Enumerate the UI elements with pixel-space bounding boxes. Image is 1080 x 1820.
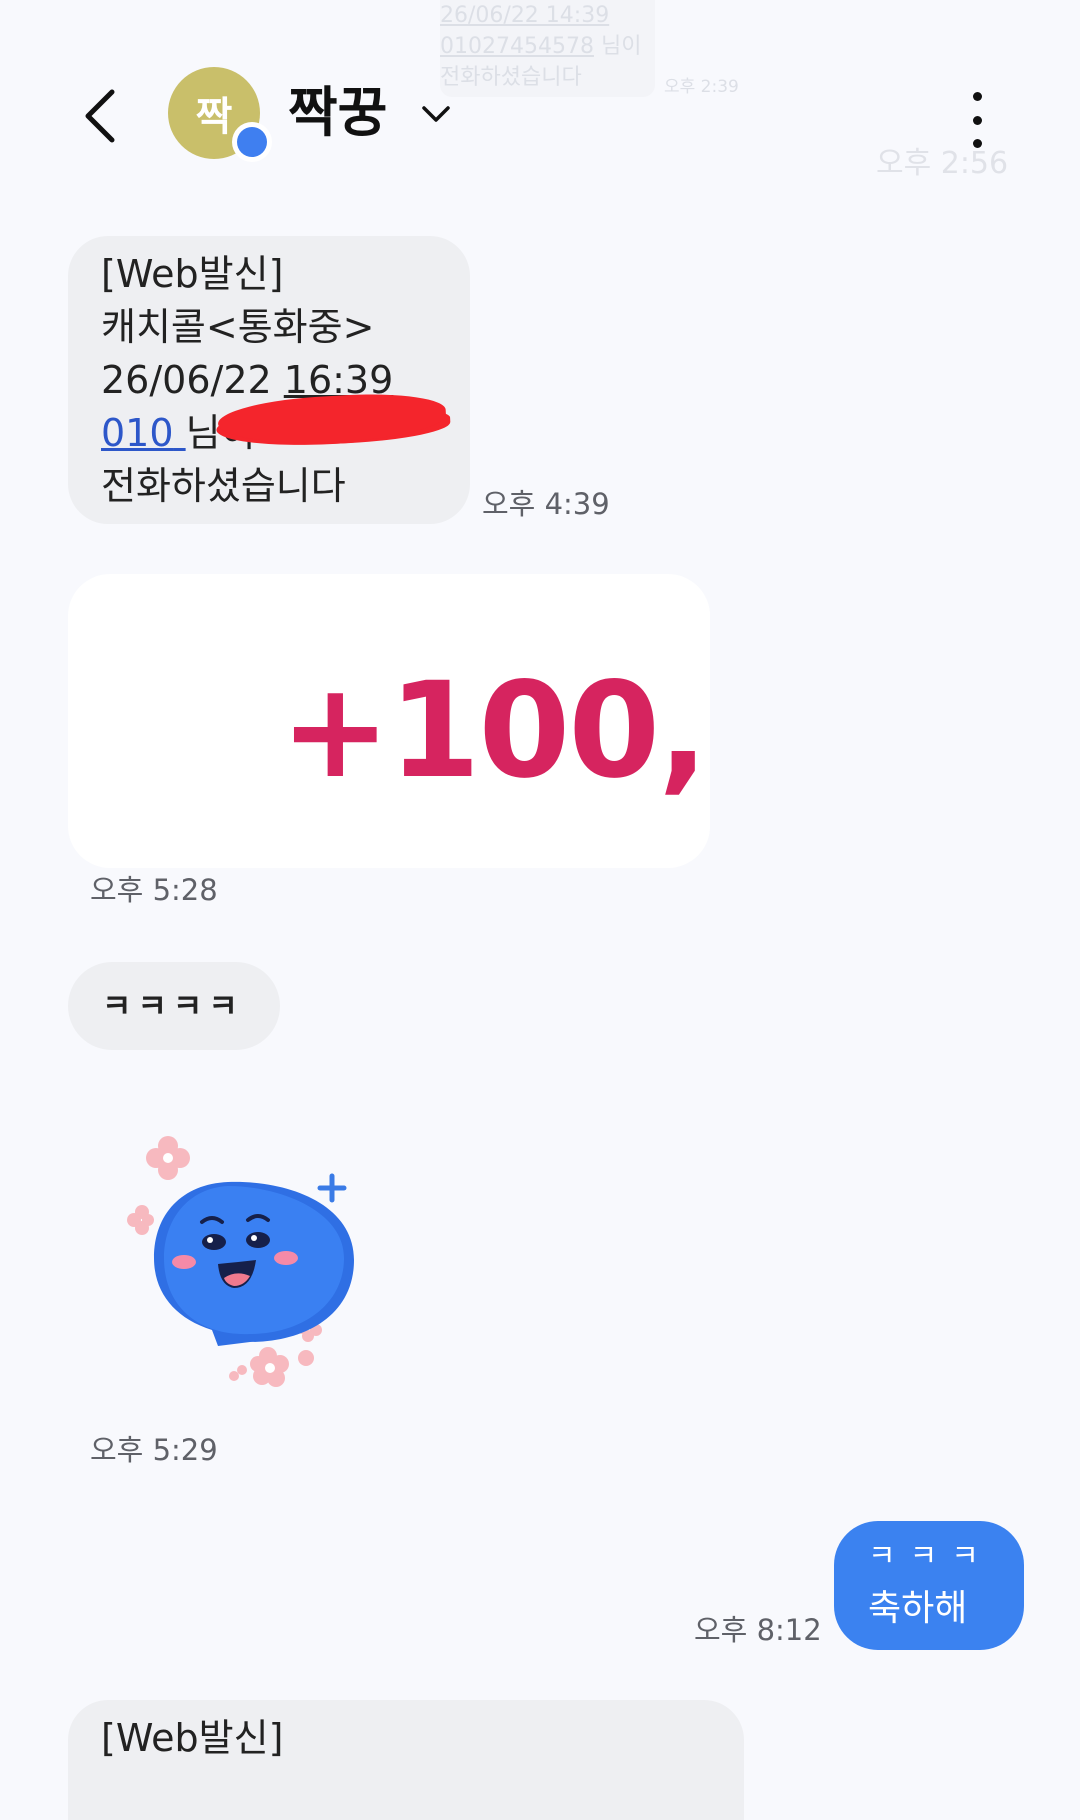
previous-message-number[interactable]: 01027454578 bbox=[440, 34, 594, 59]
message-line: 축하해 bbox=[868, 1588, 968, 1629]
message-time: 오후 5:28 bbox=[90, 873, 218, 907]
smiling-chat-bubble-sticker-icon bbox=[127, 1136, 354, 1387]
message-line: 전화하셨습니다 bbox=[101, 464, 346, 508]
message-time: 오후 5:29 bbox=[90, 1433, 218, 1467]
message-time: 오후 4:39 bbox=[482, 487, 610, 521]
image-message[interactable]: +100,78 bbox=[68, 574, 710, 868]
phone-number-link[interactable]: 010 bbox=[101, 411, 174, 455]
previous-message-number-suffix: 님이 bbox=[600, 34, 642, 59]
contact-name[interactable]: 짝꿍 bbox=[288, 78, 387, 148]
chevron-down-icon bbox=[422, 106, 450, 122]
incoming-message-web[interactable]: [Web발신] bbox=[68, 1700, 744, 1820]
incoming-message-callcatch[interactable]: [Web발신] 캐치콜<통화중> 26/06/22 16:39 010 님이 전… bbox=[68, 236, 470, 524]
conversation-header: 짝 짝꿍 bbox=[0, 60, 1080, 170]
contact-dropdown-button[interactable] bbox=[418, 94, 454, 134]
chevron-left-icon bbox=[85, 89, 115, 143]
avatar-initial: 짝 bbox=[195, 94, 233, 140]
message-line: [Web발신] bbox=[101, 252, 284, 296]
message-time: 오후 8:12 bbox=[694, 1613, 822, 1647]
message-line: 캐치콜<통화중> bbox=[101, 305, 375, 349]
more-vertical-icon bbox=[972, 92, 982, 101]
chat-badge-icon bbox=[232, 122, 272, 162]
more-options-button[interactable] bbox=[952, 88, 1002, 152]
message-text: ㅋㅋㅋㅋ bbox=[102, 986, 244, 1025]
message-line: [Web발신] bbox=[101, 1716, 284, 1760]
image-amount-text: +100,78 bbox=[280, 654, 710, 808]
message-line: ㅋㅋㅋ bbox=[868, 1539, 993, 1574]
phone-number-link-hidden[interactable] bbox=[174, 411, 186, 455]
incoming-message-laugh[interactable]: ㅋㅋㅋㅋ bbox=[68, 962, 280, 1050]
sticker-message[interactable] bbox=[118, 1130, 378, 1400]
previous-message-datetime: 26/06/22 14:39 bbox=[440, 3, 610, 28]
outgoing-message-congrats[interactable]: ㅋㅋㅋ 축하해 bbox=[834, 1521, 1024, 1650]
back-button[interactable] bbox=[72, 86, 128, 146]
previous-message-number-line: 01027454578 님이 bbox=[440, 31, 655, 62]
